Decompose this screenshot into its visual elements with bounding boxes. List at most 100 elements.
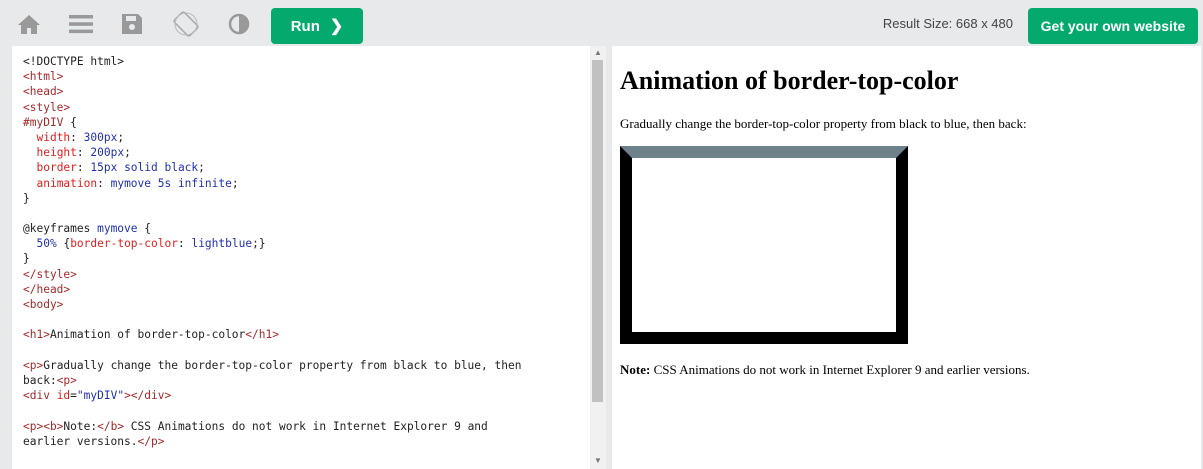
run-label: Run <box>290 17 320 35</box>
run-button[interactable]: Run ❯ <box>271 8 363 44</box>
code-token: : <box>76 146 91 160</box>
code-token: ; <box>198 161 205 175</box>
scroll-down-arrow-icon[interactable]: ▼ <box>592 455 604 467</box>
result-size-label: Result Size: 668 x 480 <box>882 16 1013 31</box>
code-token: lightblue <box>191 237 253 251</box>
code-line[interactable] <box>23 343 593 358</box>
scroll-up-arrow-icon[interactable]: ▲ <box>592 47 604 59</box>
code-token: </p> <box>137 434 165 448</box>
code-line[interactable] <box>23 403 593 418</box>
code-token: width <box>36 130 71 144</box>
mydiv-box <box>620 146 908 344</box>
result-note: Note: CSS Animations do not work in Inte… <box>620 362 1030 378</box>
code-token: { <box>63 115 77 129</box>
code-token: ;} <box>252 237 266 251</box>
code-token: ; <box>231 176 239 190</box>
code-token: 50% <box>36 237 57 251</box>
code-token: <div <box>23 389 57 403</box>
code-line[interactable]: <div id="myDIV"></div> <box>23 388 593 403</box>
get-your-own-website-button[interactable]: Get your own website <box>1028 8 1198 44</box>
editor-scrollbar-thumb[interactable] <box>592 60 603 402</box>
code-line[interactable]: </style> <box>23 267 593 282</box>
code-token: <h1> <box>23 328 50 342</box>
code-token: back: <box>23 373 57 387</box>
code-line[interactable]: @keyframes mymove { <box>23 221 593 236</box>
code-line[interactable]: <body> <box>23 297 593 312</box>
code-token: Gradually change the border-top-color pr… <box>43 358 522 372</box>
code-line[interactable]: width: 300px; <box>23 130 593 145</box>
code-token: ; <box>117 130 125 144</box>
code-token: </style> <box>23 267 77 281</box>
code-line[interactable]: <style> <box>23 100 593 115</box>
code-line[interactable]: animation: mymove 5s infinite; <box>23 176 593 191</box>
result-pane: Animation of border-top-color Gradually … <box>612 46 1201 469</box>
code-token: } <box>23 191 30 205</box>
code-token: border <box>36 161 77 175</box>
code-line[interactable]: #myDIV { <box>23 115 593 130</box>
code-line[interactable] <box>23 312 593 327</box>
code-token: </b> <box>97 419 125 433</box>
code-line[interactable]: height: 200px; <box>23 145 593 160</box>
code-token: ; <box>124 146 131 160</box>
toolbar: Run ❯ Result Size: 668 x 480 Get your ow… <box>0 0 1203 46</box>
code-token: CSS Animations do not work in Internet E… <box>124 419 488 433</box>
code-editor[interactable]: <!DOCTYPE html> <html> <head> <style> #myDIV… <box>12 46 606 469</box>
code-token: border-top-color <box>70 237 178 251</box>
code-token: 15px solid black <box>90 161 199 175</box>
code-token: Note: <box>63 419 98 433</box>
code-token: <head> <box>23 85 64 99</box>
save-icon[interactable] <box>117 9 147 39</box>
code-token: { <box>56 237 71 251</box>
code-line[interactable]: <p>Gradually change the border-top-color… <box>23 358 593 373</box>
code-token: #myDIV <box>23 115 64 129</box>
code-token: <p> <box>56 373 77 387</box>
code-line[interactable]: back:<p> <box>23 373 593 388</box>
code-token: : <box>76 161 91 175</box>
home-icon[interactable] <box>14 9 44 39</box>
code-token: </head> <box>23 282 71 296</box>
code-token: <!DOCTYPE html> <box>23 55 125 68</box>
code-token: : <box>177 237 192 251</box>
code-token: mymove <box>97 222 138 236</box>
code-line[interactable]: } <box>23 251 593 266</box>
theme-icon[interactable] <box>224 9 254 39</box>
code-line[interactable]: <head> <box>23 84 593 99</box>
code-token: Animation of border-top-color <box>49 328 246 342</box>
code-token: = <box>70 389 77 403</box>
code-token: id <box>56 389 71 403</box>
code-token: 300px <box>83 130 118 144</box>
code-token: <html> <box>23 70 64 84</box>
code-token: <body> <box>23 298 64 311</box>
code-line[interactable] <box>23 206 593 221</box>
code-token: : <box>97 176 111 190</box>
menu-icon[interactable] <box>66 9 96 39</box>
code-line[interactable]: <h1>Animation of border-top-color</h1> <box>23 327 593 342</box>
code-token: } <box>23 252 30 266</box>
code-token: <p> <box>23 358 44 372</box>
code-line[interactable]: <p><b>Note:</b> CSS Animations do not wo… <box>23 419 593 434</box>
code-token: <style> <box>23 100 71 114</box>
code-token: </h1> <box>245 328 279 342</box>
code-line[interactable]: } <box>23 191 593 206</box>
code-line[interactable]: earlier versions.</p> <box>23 434 593 449</box>
code-line[interactable]: <!DOCTYPE html> <box>23 54 593 69</box>
code-token: { <box>137 222 151 236</box>
code-token: <p><b> <box>23 419 64 433</box>
note-text: CSS Animations do not work in Internet E… <box>650 362 1030 377</box>
code-line[interactable]: </head> <box>23 282 593 297</box>
code-content[interactable]: <!DOCTYPE html> <html> <head> <style> #myDIV… <box>23 54 593 449</box>
rotate-icon[interactable] <box>171 9 201 39</box>
result-paragraph: Gradually change the border-top-color pr… <box>620 116 1027 131</box>
code-line[interactable]: <html> <box>23 69 593 84</box>
code-line[interactable]: border: 15px solid black; <box>23 160 593 175</box>
code-line[interactable]: 50% {border-top-color: lightblue;} <box>23 236 593 251</box>
code-token: height <box>36 146 77 160</box>
note-label: Note: <box>620 362 651 377</box>
code-token: animation <box>36 176 98 190</box>
code-token: earlier versions. <box>23 434 138 448</box>
